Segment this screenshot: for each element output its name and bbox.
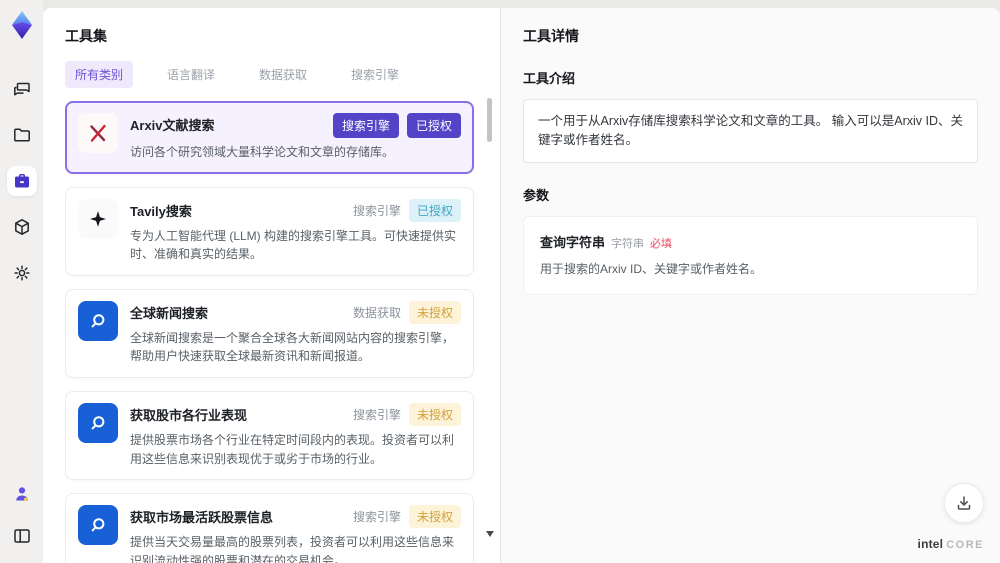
status-badge: 未授权	[408, 402, 461, 426]
tool-description: 提供当天交易量最高的股票列表，投资者可以利用这些信息来识别流动性强的股票和潜在的…	[130, 535, 455, 563]
intel-core-logo: intel CORE	[918, 537, 984, 551]
download-icon	[957, 496, 971, 510]
sidebar-item-account[interactable]	[7, 479, 37, 509]
intel-wordmark: intel	[917, 537, 944, 551]
sidebar-nav	[6, 74, 37, 288]
search-app-icon	[78, 505, 118, 546]
sidebar	[0, 0, 43, 563]
tab-all-categories[interactable]: 所有类别	[65, 61, 134, 88]
parameter-type: 字符串	[611, 237, 645, 250]
tool-card-most-active-stocks[interactable]: 获取市场最活跃股票信息 搜索引擎 未授权 提供当天交易量最高的股票列表，投资者可…	[65, 493, 474, 563]
tool-name: Arxiv文献搜索	[130, 118, 215, 133]
user-icon	[15, 487, 28, 501]
folder-icon	[13, 128, 30, 142]
tool-name: 全球新闻搜索	[130, 305, 209, 321]
chat-icon	[13, 82, 30, 96]
app-window: 工具集 所有类别 语言翻译 数据获取 搜索引擎 Arxiv文献搜索 搜索引擎 已…	[0, 0, 1000, 563]
parameter-card: 查询字符串 字符串 必填 用于搜索的Arxiv ID、关键字或作者姓名。	[523, 215, 978, 295]
category-badge: 搜索引擎	[332, 113, 399, 138]
parameter-required-flag: 必填	[650, 237, 673, 250]
tool-card-tavily[interactable]: Tavily搜索 搜索引擎 已授权 专为人工智能代理 (LLM) 构建的搜索引擎…	[65, 186, 474, 276]
tool-description: 全球新闻搜索是一个聚合全球各大新闻网站内容的搜索引擎，帮助用户快速获取全球最新资…	[130, 330, 455, 364]
detail-title: 工具详情	[523, 28, 579, 44]
search-app-icon	[78, 402, 118, 443]
sidebar-item-settings[interactable]	[7, 258, 37, 288]
tool-name: 获取市场最活跃股票信息	[130, 510, 274, 526]
arxiv-logo-icon	[78, 113, 118, 153]
intro-text: 一个用于从Arxiv存储库搜索科学论文和文章的工具。 输入可以是Arxiv ID…	[523, 99, 978, 163]
category-tabs: 所有类别 语言翻译 数据获取 搜索引擎	[65, 61, 476, 88]
app-logo-icon[interactable]	[8, 10, 36, 40]
toolbox-icon	[14, 174, 29, 188]
tool-name: 获取股市各行业表现	[130, 407, 248, 423]
tool-list: Arxiv文献搜索 搜索引擎 已授权 访问各个研究领域大量科学论文和文章的存储库…	[65, 101, 476, 563]
tool-detail-panel: 工具详情 工具介绍 一个用于从Arxiv存储库搜索科学论文和文章的工具。 输入可…	[500, 8, 1000, 563]
scrollbar-thumb[interactable]	[487, 98, 492, 142]
tool-card-arxiv[interactable]: Arxiv文献搜索 搜索引擎 已授权 访问各个研究领域大量科学论文和文章的存储库…	[65, 101, 474, 174]
status-badge: 已授权	[408, 198, 461, 222]
cube-icon	[14, 219, 29, 235]
core-wordmark: CORE	[946, 539, 984, 551]
tool-card-global-news[interactable]: 全球新闻搜索 数据获取 未授权 全球新闻搜索是一个聚合全球各大新闻网站内容的搜索…	[65, 288, 474, 378]
page-title: 工具集	[65, 28, 107, 44]
main-area: 工具集 所有类别 语言翻译 数据获取 搜索引擎 Arxiv文献搜索 搜索引擎 已…	[43, 0, 1000, 563]
sidebar-item-tools[interactable]	[6, 166, 37, 196]
category-label: 搜索引擎	[352, 203, 401, 218]
sidebar-item-collapse[interactable]	[7, 521, 37, 551]
parameter-description: 用于搜索的Arxiv ID、关键字或作者姓名。	[540, 261, 763, 276]
tool-name: Tavily搜索	[130, 203, 192, 219]
list-scrollbar[interactable]	[486, 98, 494, 551]
tool-description: 访问各个研究领域大量科学论文和文章的存储库。	[130, 145, 395, 159]
download-button[interactable]	[944, 483, 984, 523]
status-badge: 未授权	[408, 300, 461, 324]
category-label: 搜索引擎	[352, 510, 401, 525]
tool-card-sector-performance[interactable]: 获取股市各行业表现 搜索引擎 未授权 提供股票市场各个行业在特定时间段内的表现。…	[65, 390, 474, 481]
sidebar-item-chat[interactable]	[7, 74, 37, 104]
params-heading: 参数	[523, 187, 550, 203]
sidebar-item-models[interactable]	[7, 212, 37, 242]
parameter-name: 查询字符串	[540, 234, 606, 250]
search-app-icon	[78, 300, 118, 341]
sidebar-bottom	[7, 479, 37, 551]
toolset-panel: 工具集 所有类别 语言翻译 数据获取 搜索引擎 Arxiv文献搜索 搜索引擎 已…	[43, 8, 500, 563]
tab-translation[interactable]: 语言翻译	[157, 61, 225, 88]
sparkle-icon	[78, 198, 118, 239]
tool-description: 专为人工智能代理 (LLM) 构建的搜索引擎工具。可快速提供实时、准确和真实的结…	[130, 228, 457, 262]
gear-icon	[13, 265, 30, 281]
category-label: 数据获取	[352, 305, 401, 320]
tab-data-fetch[interactable]: 数据获取	[249, 61, 317, 88]
tab-search-engine[interactable]: 搜索引擎	[341, 61, 409, 88]
intro-heading: 工具介绍	[523, 71, 576, 86]
category-label: 搜索引擎	[352, 407, 401, 422]
scrollbar-down-arrow[interactable]	[486, 531, 494, 537]
status-badge: 未授权	[408, 505, 461, 529]
tool-description: 提供股票市场各个行业在特定时间段内的表现。投资者可以利用这些信息来识别表现优于或…	[130, 432, 455, 466]
panel-toggle-icon	[13, 529, 30, 543]
sidebar-item-files[interactable]	[7, 120, 37, 150]
status-badge: 已授权	[406, 113, 461, 138]
